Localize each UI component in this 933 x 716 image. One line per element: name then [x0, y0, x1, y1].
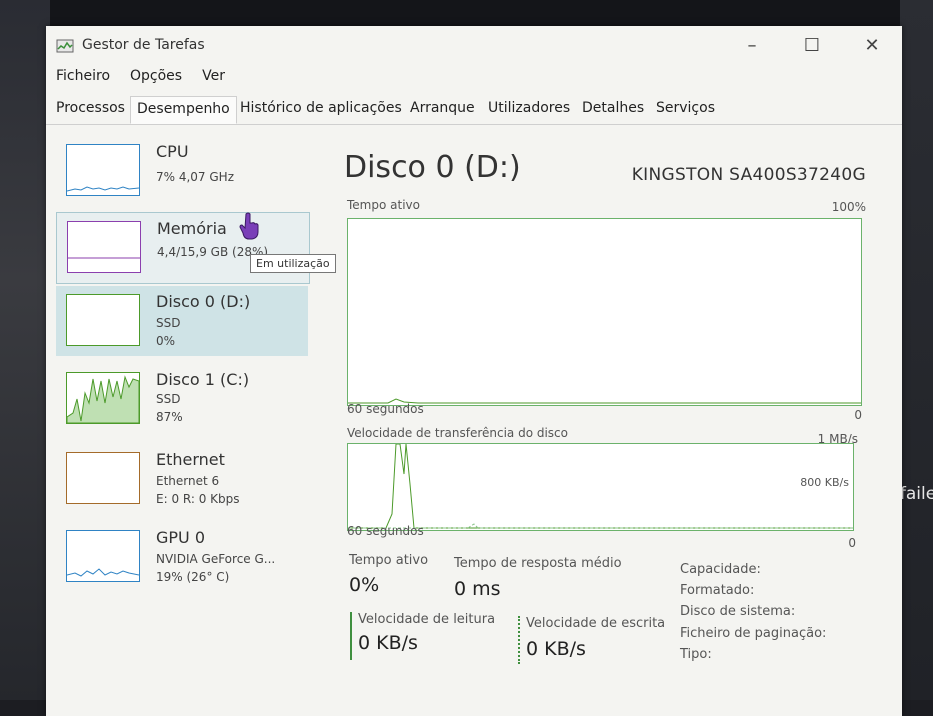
prop-disco-sistema: Disco de sistema: [680, 604, 796, 619]
disk-title: Disco 0 (D:) [344, 150, 521, 185]
menu-ver[interactable]: Ver [192, 68, 235, 90]
title-bar[interactable]: Gestor de Tarefas – ☐ ✕ [46, 26, 902, 66]
prop-formatado: Formatado: [680, 583, 755, 598]
sidebar-cpu-name: CPU [156, 142, 189, 161]
sidebar-disco1-usage: 87% [156, 410, 183, 424]
menu-bar: Ficheiro Opções Ver [46, 68, 235, 90]
sidebar-item-ethernet[interactable]: Ethernet Ethernet 6 E: 0 R: 0 Kbps [56, 444, 308, 514]
tooltip: Em utilização [250, 254, 336, 273]
transfer-rate-graph: 800 KB/s [347, 443, 854, 531]
prop-ficheiro-paginacao: Ficheiro de paginação: [680, 626, 827, 641]
disk1-thumbnail-graph [66, 372, 140, 424]
tab-bar: Processos Desempenho Histórico de aplica… [46, 96, 902, 125]
sidebar-disco1-name: Disco 1 (C:) [156, 370, 250, 389]
transfer-graph-min: 0 [848, 536, 856, 550]
sidebar-disco0-name: Disco 0 (D:) [156, 292, 251, 311]
sidebar-item-disco-1[interactable]: Disco 1 (C:) SSD 87% [56, 364, 308, 434]
sidebar-disco1-type: SSD [156, 392, 181, 406]
transfer-graph-time: 60 segundos [347, 524, 424, 538]
sidebar-item-cpu[interactable]: CPU 7% 4,07 GHz [56, 136, 308, 206]
active-time-graph-min: 0 [854, 408, 862, 422]
sidebar-memoria-name: Memória [157, 219, 227, 238]
disk-model: KINGSTON SA400S37240G [631, 165, 866, 185]
prop-capacidade: Capacidade: [680, 562, 761, 577]
active-time-graph-max: 100% [831, 200, 866, 214]
sidebar-item-gpu[interactable]: GPU 0 NVIDIA GeForce G... 19% (26° C) [56, 522, 308, 592]
sidebar-cpu-detail: 7% 4,07 GHz [156, 170, 235, 184]
sidebar-ethernet-throughput: E: 0 R: 0 Kbps [156, 492, 240, 506]
sidebar-disco0-type: SSD [156, 316, 181, 330]
maximize-button[interactable]: ☐ [792, 32, 832, 58]
stat-response-label: Tempo de resposta médio [454, 556, 622, 571]
resource-sidebar: CPU 7% 4,07 GHz Memória 4,4/15,9 GB (28%… [46, 126, 314, 716]
sidebar-gpu-name: GPU 0 [156, 528, 206, 547]
sidebar-ethernet-adapter: Ethernet 6 [156, 474, 220, 488]
desktop-background-right [900, 0, 933, 700]
stat-response-value: 0 ms [454, 578, 501, 600]
tab-detalhes[interactable]: Detalhes [582, 100, 644, 116]
window-title: Gestor de Tarefas [82, 37, 205, 53]
read-speed-indicator [350, 612, 352, 660]
active-time-graph [347, 218, 862, 406]
hand-cursor-icon [239, 212, 259, 240]
stat-write-value: 0 KB/s [526, 638, 586, 660]
tab-servicos[interactable]: Serviços [656, 100, 715, 116]
tab-utilizadores[interactable]: Utilizadores [488, 100, 570, 116]
task-manager-icon [56, 39, 74, 53]
tab-processos[interactable]: Processos [56, 100, 125, 116]
disk0-thumbnail-graph [66, 294, 140, 346]
tab-historico[interactable]: Histórico de aplicações [240, 100, 402, 116]
cpu-thumbnail-graph [66, 144, 140, 196]
desktop-background-left [0, 0, 50, 700]
stat-read-label: Velocidade de leitura [358, 612, 496, 627]
active-time-graph-time: 60 segundos [347, 402, 424, 416]
tab-arranque[interactable]: Arranque [410, 100, 475, 116]
sidebar-item-disco-0[interactable]: Disco 0 (D:) SSD 0% [56, 286, 308, 356]
memory-thumbnail-graph [67, 221, 141, 273]
menu-opcoes[interactable]: Opções [120, 68, 192, 90]
sidebar-gpu-usage: 19% (26° C) [156, 570, 230, 584]
gpu-thumbnail-graph [66, 530, 140, 582]
sidebar-gpu-model: NVIDIA GeForce G... [156, 552, 276, 566]
active-time-graph-label: Tempo ativo [347, 198, 420, 212]
task-manager-window: Gestor de Tarefas – ☐ ✕ Ficheiro Opções … [46, 26, 902, 716]
sidebar-disco0-usage: 0% [156, 334, 176, 348]
transfer-graph-mid: 800 KB/s [800, 476, 849, 489]
close-button[interactable]: ✕ [852, 32, 892, 58]
prop-tipo: Tipo: [680, 647, 712, 662]
minimize-button[interactable]: – [732, 32, 772, 58]
ethernet-thumbnail-graph [66, 452, 140, 504]
transfer-graph-label: Velocidade de transferência do disco [347, 426, 568, 440]
disk-detail-panel: Disco 0 (D:) KINGSTON SA400S37240G Tempo… [342, 126, 902, 716]
sidebar-item-memoria[interactable]: Memória 4,4/15,9 GB (28%) [56, 212, 310, 284]
stat-read-value: 0 KB/s [358, 632, 418, 654]
write-speed-indicator [518, 616, 520, 664]
stat-active-time-value: 0% [349, 574, 380, 596]
sidebar-ethernet-name: Ethernet [156, 450, 225, 469]
stat-active-time-label: Tempo ativo [349, 553, 429, 568]
desktop-background-top [0, 0, 933, 26]
stat-write-label: Velocidade de escrita [526, 616, 666, 631]
menu-ficheiro[interactable]: Ficheiro [46, 68, 120, 90]
tab-desempenho[interactable]: Desempenho [130, 96, 237, 124]
